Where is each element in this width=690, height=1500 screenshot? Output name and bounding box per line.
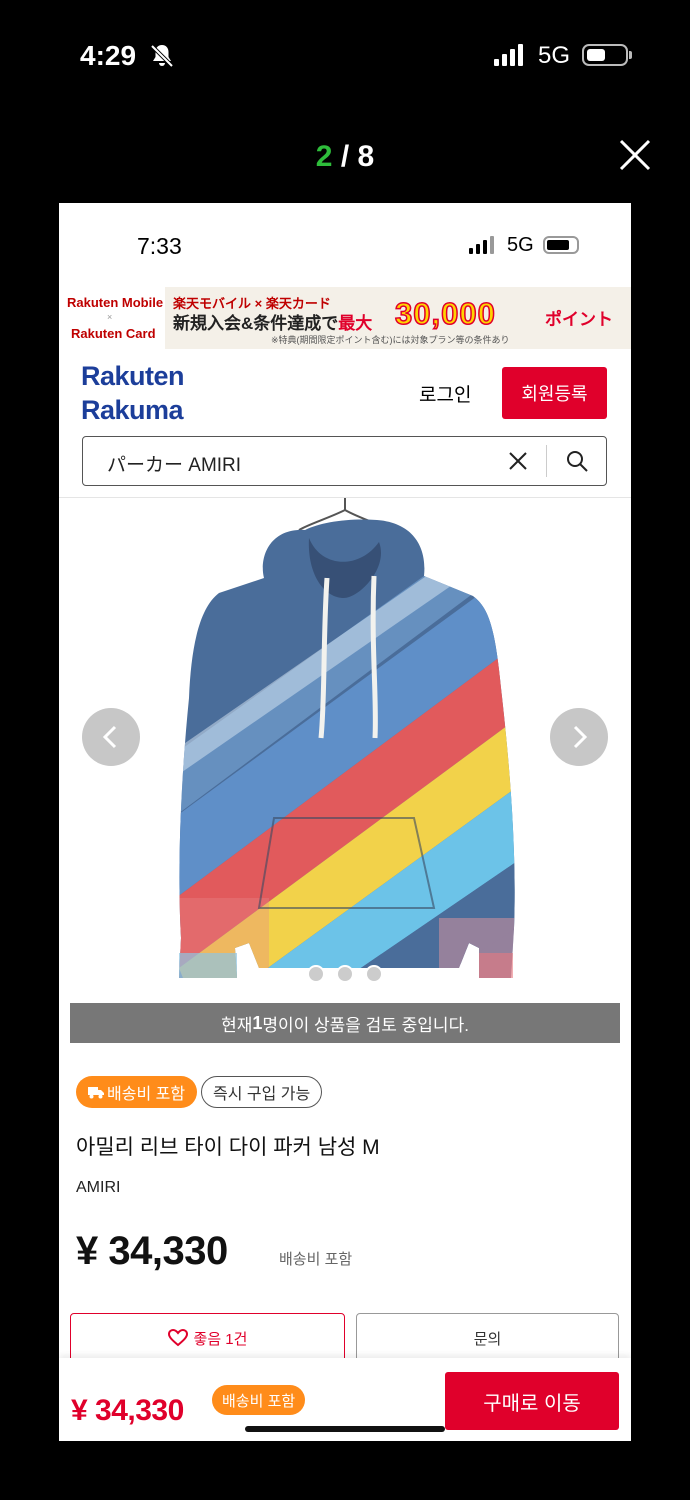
banner-line2-text: 新規入会&条件達成で (173, 314, 339, 333)
counter-current: 2 (315, 140, 333, 173)
inner-battery-icon (543, 236, 579, 254)
banner-rakuten-mobile: Rakuten Mobile (67, 295, 164, 310)
signup-button[interactable]: 회원등록 (502, 367, 607, 419)
search-box[interactable]: パーカー AMIRI (82, 436, 607, 486)
network-label: 5G (538, 42, 571, 69)
banner-x: × (107, 312, 113, 322)
like-label: 좋음 1건 (193, 1330, 248, 1348)
viewers-count: 1 (252, 1012, 263, 1033)
screenshot-image: 7:33 5G Rakuten Mobile × Rakuten Card 楽天… (59, 203, 631, 1441)
battery-icon (582, 44, 628, 66)
carousel-dot[interactable] (365, 965, 383, 983)
banner-line2: 新規入会&条件達成で最大 (173, 309, 372, 334)
product-price: ¥ 34,330 (76, 1229, 228, 1273)
clear-icon[interactable] (508, 451, 528, 471)
banner-note: ※特典(期間限定ポイント含む)には対象プラン等の条件あり (271, 335, 510, 345)
signal-icon (494, 44, 523, 66)
banner-points: ポイント (545, 310, 613, 329)
search-input[interactable]: パーカー AMIRI (107, 450, 241, 477)
banner-amount: 30,000 (394, 295, 496, 332)
search-divider (546, 445, 547, 477)
banner-max: 最大 (338, 314, 373, 333)
carousel-dot[interactable] (307, 965, 325, 983)
close-icon[interactable] (618, 138, 652, 172)
product-brand[interactable]: AMIRI (76, 1179, 120, 1197)
banner-rakuten-card: Rakuten Card (71, 326, 156, 341)
bell-muted-icon (150, 44, 174, 68)
inner-signal-icon (469, 236, 494, 254)
viewers-suffix: 명이이 상품을 검토 중입니다. (262, 1015, 469, 1035)
battery-cap (629, 51, 632, 59)
image-counter: 2 / 8 (0, 140, 690, 174)
product-title: 아밀리 리브 타이 다이 파커 남성 M (76, 1136, 380, 1159)
viewers-banner: 현재 1 명이이 상품을 검토 중입니다. (70, 1003, 620, 1043)
banner-logos: Rakuten Mobile × Rakuten Card (59, 287, 165, 349)
next-image-button[interactable] (550, 708, 608, 766)
inner-status-time: 7:33 (137, 233, 182, 259)
login-link[interactable]: 로그인 (419, 380, 471, 407)
buy-button[interactable]: 구매로 이동 (445, 1372, 619, 1430)
promo-banner[interactable]: Rakuten Mobile × Rakuten Card 楽天モバイル × 楽… (59, 287, 631, 349)
shipping-included-badge: 배송비 포함 (76, 1076, 198, 1108)
counter-total: 8 (357, 140, 375, 173)
carousel-dots (307, 965, 387, 983)
screen: 4:29 5G 2 / 8 7:33 5G Rakuten Mobile × R… (0, 0, 690, 1500)
counter-separator: / (332, 140, 358, 173)
heart-icon (167, 1329, 188, 1347)
like-button[interactable]: 좋음 1건 (70, 1313, 345, 1363)
prev-image-button[interactable] (82, 708, 140, 766)
inquiry-button[interactable]: 문의 (356, 1313, 619, 1363)
home-indicator[interactable] (245, 1426, 445, 1432)
logo-rakuten[interactable]: Rakuten (81, 361, 185, 392)
carousel-dot[interactable] (336, 965, 354, 983)
bottom-shipping-badge: 배송비 포함 (212, 1385, 306, 1415)
chevron-right-icon (573, 725, 588, 749)
shipping-badge-label: 배송비 포함 (107, 1086, 186, 1103)
inner-network-label: 5G (507, 234, 534, 256)
search-icon[interactable] (565, 449, 589, 473)
instant-buy-badge: 즉시 구입 가능 (201, 1076, 323, 1108)
chevron-left-icon (102, 725, 117, 749)
status-time: 4:29 (80, 40, 137, 71)
bottom-price: ¥ 34,330 (71, 1394, 184, 1427)
price-note: 배송비 포함 (279, 1251, 353, 1268)
product-image[interactable] (59, 498, 631, 1003)
viewers-prefix: 현재 (221, 1015, 253, 1035)
logo-rakuma[interactable]: Rakuma (81, 395, 184, 426)
truck-icon (88, 1087, 104, 1099)
